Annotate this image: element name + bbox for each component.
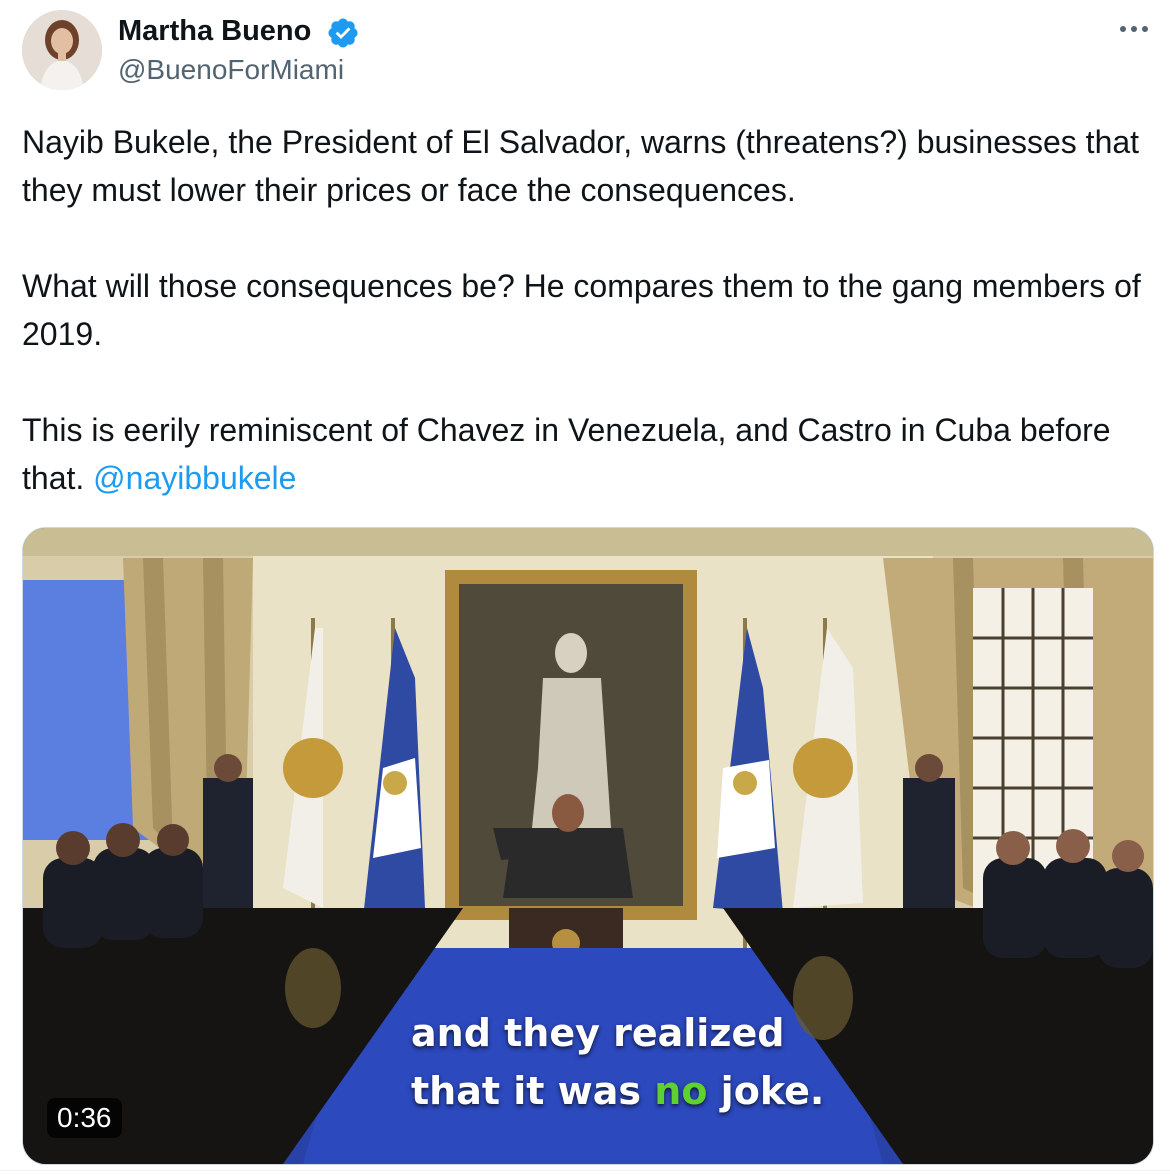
video-duration-badge: 0:36 bbox=[47, 1098, 122, 1138]
video-caption-text: that it was bbox=[411, 1069, 655, 1113]
mention-link[interactable]: @nayibbukele bbox=[93, 460, 296, 496]
video-caption-text: joke. bbox=[707, 1069, 825, 1113]
video-caption: and they realized that it was no joke. bbox=[411, 1004, 824, 1120]
tweet-paragraph: This is eerily reminiscent of Chavez in … bbox=[22, 406, 1152, 502]
video-caption-line: and they realized bbox=[411, 1011, 785, 1055]
more-options-icon[interactable] bbox=[1114, 14, 1154, 44]
author-handle[interactable]: @BuenoForMiami bbox=[118, 52, 344, 88]
video-caption-line: that it was no joke. bbox=[411, 1062, 824, 1120]
tweet-paragraph: Nayib Bukele, the President of El Salvad… bbox=[22, 124, 1140, 208]
video-caption-highlight: no bbox=[654, 1069, 708, 1113]
author-display-name[interactable]: Martha Bueno bbox=[118, 12, 311, 50]
divider bbox=[0, 1170, 1170, 1171]
tweet[interactable]: Martha Bueno @BuenoForMiami Nayib Bukele… bbox=[0, 0, 1170, 1174]
verified-badge-icon bbox=[328, 18, 358, 48]
tweet-text: Nayib Bukele, the President of El Salvad… bbox=[22, 118, 1152, 502]
tweet-paragraph: What will those consequences be? He comp… bbox=[22, 268, 1141, 352]
video-player[interactable]: and they realized that it was no joke. 0… bbox=[22, 527, 1154, 1165]
avatar[interactable] bbox=[22, 10, 102, 90]
